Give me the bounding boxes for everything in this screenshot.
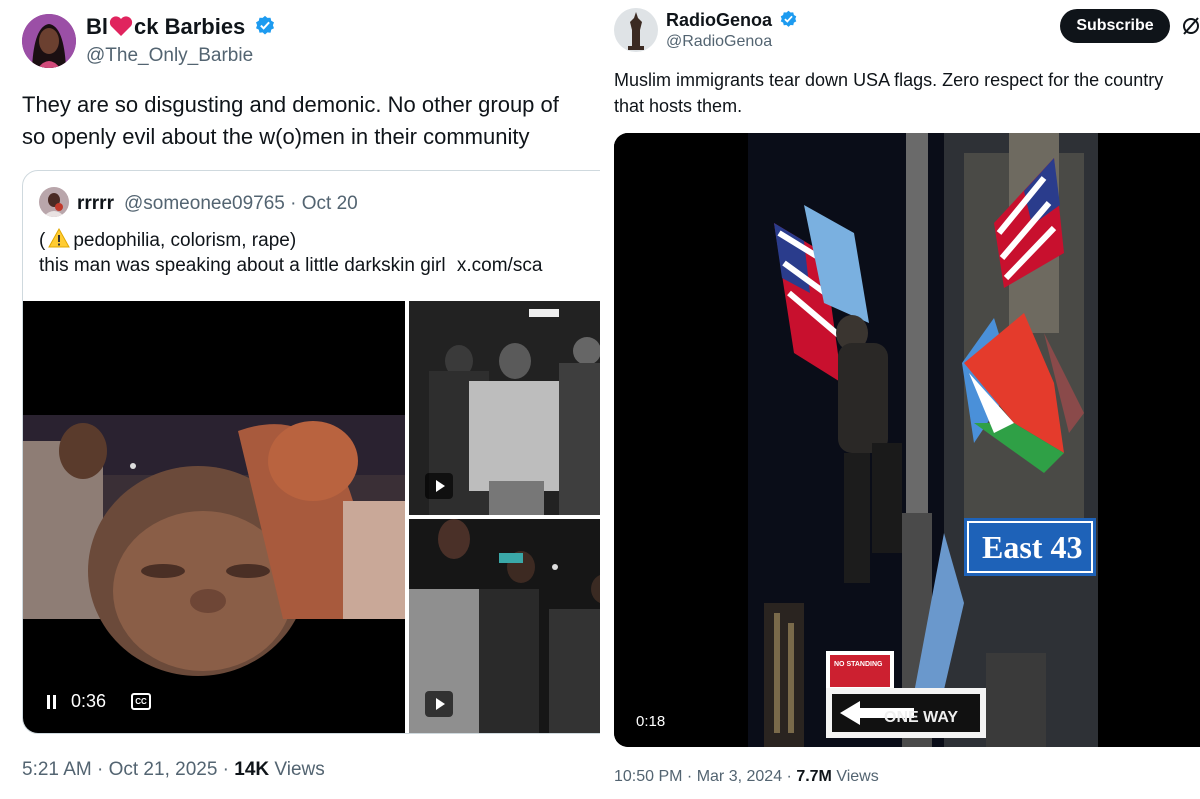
verified-badge-icon xyxy=(256,15,275,35)
street-sign-text: East 43 xyxy=(982,529,1083,565)
video-frame xyxy=(614,133,1200,747)
subscribe-label: Subscribe xyxy=(1076,17,1154,34)
quoted-handle[interactable]: @someonee09765 · Oct 20 xyxy=(124,193,358,215)
post-video[interactable]: East 43 NO STANDING ONE WAY 0:18 xyxy=(614,133,1200,747)
grok-icon[interactable] xyxy=(1181,15,1200,37)
subscribe-button[interactable]: Subscribe xyxy=(1060,9,1170,43)
captions-icon[interactable]: CC xyxy=(131,693,151,710)
post-text-line: that hosts them. xyxy=(614,96,743,116)
play-icon[interactable] xyxy=(425,691,453,717)
quoted-text: this man was speaking about a little dar… xyxy=(39,255,446,276)
heart-icon xyxy=(109,16,133,36)
play-icon[interactable] xyxy=(425,473,453,499)
post-text-line: Muslim immigrants tear down USA flags. Z… xyxy=(614,70,1164,90)
quoted-post[interactable]: rrrrr @someonee09765 · Oct 20 ( pedophili… xyxy=(22,170,600,734)
video-frame xyxy=(23,415,405,676)
quoted-video-thumb[interactable] xyxy=(409,519,600,733)
avatar[interactable] xyxy=(614,8,658,52)
display-name-text: Bl xyxy=(86,14,108,39)
video-time: 0:36 xyxy=(71,691,107,711)
display-name-text: RadioGenoa xyxy=(666,10,773,30)
display-name-text: ck Barbies xyxy=(134,14,246,39)
quoted-text-line: this man was speaking about a little dar… xyxy=(39,255,542,277)
quoted-video-thumb[interactable] xyxy=(409,301,600,515)
pause-icon[interactable] xyxy=(47,695,59,709)
post-text-line: They are so disgusting and demonic. No o… xyxy=(22,92,559,117)
left-post: Bl ck Barbies @The_Only_Barbie They are s… xyxy=(0,0,600,799)
post-timestamp[interactable]: 10:50 PM · Mar 3, 2024 · 7.7M Views xyxy=(614,768,879,786)
right-post: RadioGenoa @RadioGenoa Subscribe Muslim … xyxy=(604,0,1200,799)
quoted-avatar[interactable] xyxy=(39,187,69,217)
one-way-sign-text: ONE WAY xyxy=(884,709,959,726)
no-standing-sign-text: NO STANDING xyxy=(834,661,883,668)
quoted-paren: ( xyxy=(39,230,46,251)
avatar[interactable] xyxy=(22,14,76,68)
warning-icon xyxy=(48,227,71,248)
quoted-date: Oct 20 xyxy=(301,193,358,214)
views-label: Views xyxy=(269,759,325,780)
timestamp-text: 5:21 AM · Oct 21, 2025 · xyxy=(22,759,235,780)
views-count: 14K xyxy=(234,759,270,780)
separator: · xyxy=(290,193,297,214)
quoted-name[interactable]: rrrrr xyxy=(77,193,114,215)
timestamp-text: 10:50 PM · Mar 3, 2024 · xyxy=(614,768,797,785)
post-text-line: so openly evil about the w(o)men in thei… xyxy=(22,124,530,149)
video-time: 0:18 xyxy=(636,713,666,730)
quoted-handle-text: @someonee09765 xyxy=(124,193,285,214)
quoted-text-line: ( pedophilia, colorism, rape) xyxy=(39,227,297,252)
display-name[interactable]: Bl ck Barbies xyxy=(86,14,276,40)
post-timestamp[interactable]: 5:21 AM · Oct 21, 2025 · 14K Views xyxy=(22,759,325,781)
handle[interactable]: @The_Only_Barbie xyxy=(86,45,253,67)
display-name[interactable]: RadioGenoa xyxy=(666,10,798,31)
captions-label: CC xyxy=(135,697,147,706)
quoted-link[interactable]: x.com/sca xyxy=(457,255,543,276)
quoted-text: pedophilia, colorism, rape) xyxy=(73,230,297,251)
quoted-video[interactable]: 0:36 CC xyxy=(23,301,405,733)
views-label: Views xyxy=(831,768,879,785)
handle[interactable]: @RadioGenoa xyxy=(666,33,772,51)
verified-badge-icon xyxy=(780,10,797,27)
views-count: 7.7M xyxy=(796,768,832,785)
